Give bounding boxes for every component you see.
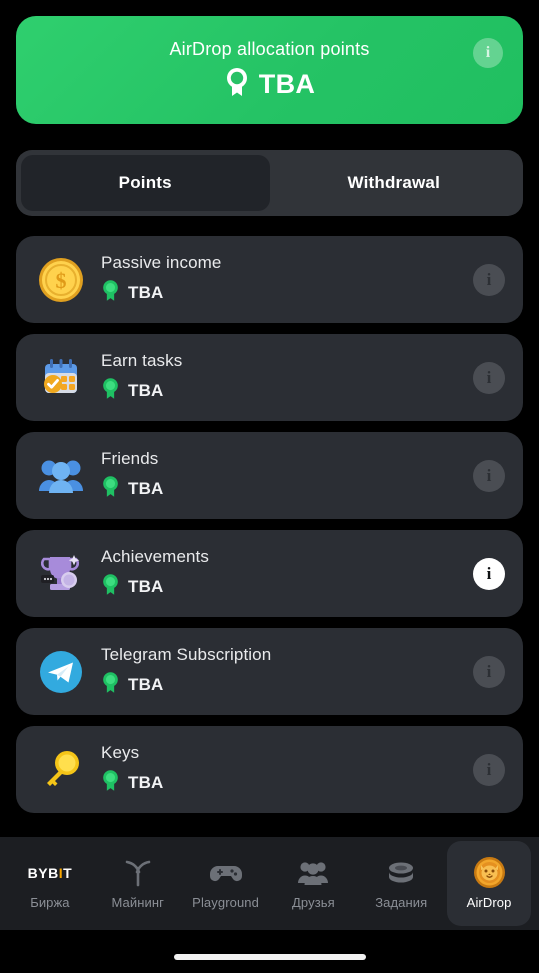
- list-item-value: TBA: [101, 377, 473, 405]
- list-item-title: Earn tasks: [101, 350, 183, 370]
- hero-value: TBA: [224, 67, 315, 102]
- info-button[interactable]: i: [473, 557, 505, 590]
- tab-points-label: Points: [118, 173, 172, 192]
- svg-text:$: $: [56, 268, 67, 293]
- nav-item-playground[interactable]: Playground: [184, 841, 268, 926]
- info-icon: i: [486, 368, 492, 387]
- nav-item-exchange[interactable]: BYBIT Биржа: [8, 841, 92, 926]
- nav-item-friends-label: Друзья: [292, 895, 335, 910]
- list-item[interactable]: Keys TBA i: [16, 726, 523, 813]
- list-item-text: Passive income TBA: [101, 253, 473, 307]
- list-item-amount: TBA: [128, 674, 164, 694]
- app-screen: AirDrop allocation points TBA i Points W…: [0, 0, 539, 973]
- nav-item-airdrop[interactable]: AirDrop: [447, 841, 531, 926]
- info-button[interactable]: i: [473, 459, 505, 492]
- people-group-icon: [33, 448, 89, 504]
- list-item-amount: TBA: [128, 380, 164, 400]
- green-medal-badge-icon: [101, 377, 120, 405]
- info-icon: i: [486, 466, 492, 485]
- green-medal-badge-icon: [101, 573, 120, 601]
- nav-item-exchange-label: Биржа: [30, 895, 70, 910]
- info-icon: i: [486, 760, 492, 779]
- info-icon: i: [486, 270, 492, 289]
- gamepad-icon: [209, 857, 242, 888]
- list-item-text: Earn tasks TBA: [101, 351, 473, 405]
- info-icon: i: [485, 44, 491, 61]
- tab-withdrawal[interactable]: Withdrawal: [270, 155, 519, 211]
- bybit-logo-part-1: BYB: [27, 864, 59, 881]
- tiger-coin-icon: [473, 857, 506, 888]
- coins-stack-icon: [385, 857, 417, 888]
- info-button[interactable]: i: [473, 263, 505, 296]
- list-item-title: Friends: [101, 448, 159, 468]
- calendar-check-icon: [33, 350, 89, 406]
- list-item[interactable]: Telegram Subscription TBA i: [16, 628, 523, 715]
- green-medal-badge-icon: [101, 671, 120, 699]
- nav-item-airdrop-label: AirDrop: [466, 895, 512, 910]
- green-medal-badge-icon: [101, 769, 120, 797]
- telegram-icon: [33, 644, 89, 700]
- green-medal-badge-icon: [101, 279, 120, 307]
- info-button[interactable]: i: [473, 655, 505, 688]
- list-item-amount: TBA: [128, 576, 164, 596]
- list-item[interactable]: Friends TBA i: [16, 432, 523, 519]
- gold-key-icon: [33, 742, 89, 798]
- list-item[interactable]: Achievements TBA i: [16, 530, 523, 617]
- list-item-value: TBA: [101, 769, 473, 797]
- nav-item-tasks-label: Задания: [375, 895, 428, 910]
- list-item-value: TBA: [101, 279, 473, 307]
- airdrop-allocation-card: AirDrop allocation points TBA i: [16, 16, 523, 124]
- home-indicator: [173, 954, 366, 960]
- bottom-navigation: BYBIT Биржа Майнинг Playground Друзья За…: [0, 837, 539, 930]
- info-icon: i: [486, 564, 492, 583]
- medal-badge-icon: [224, 67, 250, 102]
- hero-amount: TBA: [258, 68, 316, 99]
- list-item-text: Telegram Subscription TBA: [101, 645, 473, 699]
- list-item-amount: TBA: [128, 282, 164, 302]
- list-item-amount: TBA: [128, 478, 164, 498]
- pickaxe-icon: [123, 857, 153, 888]
- nav-item-friends[interactable]: Друзья: [271, 841, 355, 926]
- gold-coin-icon: $: [33, 252, 89, 308]
- list-item-title: Telegram Subscription: [101, 644, 272, 664]
- tab-withdrawal-label: Withdrawal: [347, 173, 441, 192]
- green-medal-badge-icon: [101, 475, 120, 503]
- list-item-text: Achievements TBA: [101, 547, 473, 601]
- list-item-title: Passive income: [101, 252, 222, 272]
- nav-item-tasks[interactable]: Задания: [359, 841, 443, 926]
- list-item-value: TBA: [101, 573, 473, 601]
- list-item-title: Keys: [101, 742, 140, 762]
- list-item-value: TBA: [101, 475, 473, 503]
- tab-points[interactable]: Points: [21, 155, 270, 211]
- list-item-amount: TBA: [128, 772, 164, 792]
- friends-icon: [297, 857, 329, 888]
- nav-item-mining-label: Майнинг: [111, 895, 164, 910]
- trophy-icon: [33, 546, 89, 602]
- bybit-logo-icon: BYBIT: [28, 857, 73, 888]
- list-item[interactable]: Earn tasks TBA i: [16, 334, 523, 421]
- bybit-logo-part-3: T: [63, 864, 73, 881]
- info-icon: i: [486, 662, 492, 681]
- hero-info-button[interactable]: i: [473, 38, 503, 68]
- list-item-title: Achievements: [101, 546, 209, 566]
- list-item-text: Friends TBA: [101, 449, 473, 503]
- segmented-tabs: Points Withdrawal: [16, 150, 523, 216]
- list-item-text: Keys TBA: [101, 743, 473, 797]
- nav-item-playground-label: Playground: [192, 895, 259, 910]
- list-item-value: TBA: [101, 671, 473, 699]
- points-list: $ Passive income TBA i Earn tasks TBA i …: [16, 236, 523, 813]
- info-button[interactable]: i: [473, 361, 505, 394]
- list-item[interactable]: $ Passive income TBA i: [16, 236, 523, 323]
- nav-item-mining[interactable]: Майнинг: [96, 841, 180, 926]
- info-button[interactable]: i: [473, 753, 505, 786]
- hero-title: AirDrop allocation points: [169, 38, 370, 59]
